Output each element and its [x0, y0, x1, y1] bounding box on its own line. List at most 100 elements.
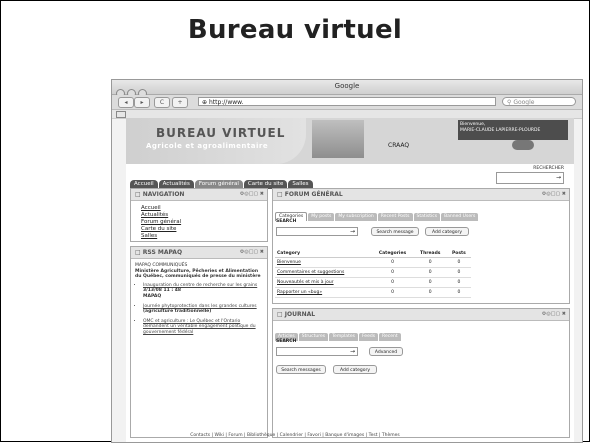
rss-item-extra: (agriculture traditionnelle) [143, 309, 212, 315]
rss-items: Inauguration du centre de recherche sur … [135, 283, 263, 336]
column-header: Posts [446, 249, 471, 258]
journal-tab-recent[interactable]: Recent [379, 333, 401, 341]
navigation-panel-icon: □ [135, 191, 143, 198]
google-search-placeholder: Google [513, 99, 535, 106]
reload-button[interactable]: C [154, 97, 170, 108]
table-row: Rapporter un «bug» 0 0 0 [275, 287, 471, 298]
table-cell: 0 [413, 257, 447, 268]
panel-controls-icon[interactable]: ⚙◎□▢ ✖ [542, 309, 566, 320]
category-link[interactable]: Rapporter un «bug» [275, 287, 372, 298]
journal-tab-structures[interactable]: Structures [298, 333, 329, 341]
forum-tab-banned-users[interactable]: Banned Users [441, 213, 479, 221]
rss-panel-header: □ RSS MAPAQ ⚙◎□▢ ✖ [131, 247, 267, 259]
forum-panel-title: FORUM GÉNÉRAL [284, 191, 343, 198]
column-header: Category [275, 249, 372, 258]
bookmarks-icon[interactable] [116, 111, 126, 118]
search-arrow-icon[interactable]: → [556, 174, 561, 181]
panel-controls-icon[interactable]: ⚙◎□▢ ✖ [542, 189, 566, 200]
web-page: BUREAU VIRTUEL Agricole et agroalimentai… [126, 118, 574, 442]
journal-tab-feeds[interactable]: Feeds [358, 333, 379, 341]
journal-search-input[interactable]: → [276, 347, 358, 356]
rss-item-link[interactable]: OMC et agriculture : Le Québec et l'Onta… [143, 319, 263, 336]
table-cell: 0 [446, 267, 471, 278]
org-name: CRAAQ [388, 142, 410, 149]
advanced-search-button[interactable]: Advanced [369, 347, 403, 356]
forum-tabs: Categories My posts My subscription Recent … [275, 202, 479, 221]
table-cell: 0 [446, 257, 471, 268]
slide-title: Bureau virtuel [187, 15, 403, 45]
forum-panel-icon: □ [277, 191, 285, 198]
banner-logo-area: BUREAU VIRTUEL Agricole et agroalimentai… [126, 118, 306, 164]
site-search-input[interactable]: → [496, 172, 564, 184]
forum-search-label: SEARCH [276, 219, 297, 224]
table-cell: 0 [446, 287, 471, 298]
table-row: Commentaires et suggestions 0 0 0 [275, 267, 471, 278]
category-link[interactable]: Bienvenue [275, 257, 372, 268]
table-row: Bienvenue 0 0 0 [275, 257, 471, 268]
nav-link-carte[interactable]: Carte du site [141, 226, 257, 233]
forum-panel-header: □ FORUM GÉNÉRAL ⚙◎□▢ ✖ [273, 189, 569, 201]
forward-button[interactable]: ▸ [134, 97, 150, 108]
table-cell: 0 [371, 267, 414, 278]
main-nav-tabs: Accueil Actualités Forum général Carte du s… [130, 170, 314, 189]
search-message-button[interactable]: Search message [371, 227, 419, 236]
forum-panel: □ FORUM GÉNÉRAL ⚙◎□▢ ✖ Categories My posts… [272, 188, 570, 304]
navigation-panel: □ NAVIGATION ⚙◎□▢ ✖ Accueil Actualités Fo… [130, 188, 268, 242]
rss-description: Ministère Agriculture, Pêcheries et Alim… [135, 268, 261, 280]
slide: Bureau virtuel Google ◂ ▸ C + ⊕ http://w… [0, 0, 590, 443]
nav-link-accueil[interactable]: Accueil [141, 205, 257, 212]
nav-link-salles[interactable]: Salles [141, 233, 257, 240]
journal-tab-templates[interactable]: Templates [329, 333, 358, 341]
table-header-row: Category Categories Threads Posts [275, 249, 471, 258]
nav-link-forum[interactable]: Forum général [141, 219, 257, 226]
table-cell: 0 [446, 277, 471, 288]
rss-panel-icon: □ [135, 249, 143, 256]
browser-toolbar: ◂ ▸ C + ⊕ http://www. ⚲ Google [112, 95, 582, 110]
search-label: RECHERCHER [533, 166, 564, 171]
journal-panel-icon: □ [277, 311, 285, 318]
rss-item: Journée phytoprotection dans les grandes… [143, 304, 263, 315]
navigation-panel-header: □ NAVIGATION ⚙◎□▢ ✖ [131, 189, 267, 201]
forum-tab-my-posts[interactable]: My posts [308, 213, 335, 221]
site-name: BUREAU VIRTUEL [156, 126, 286, 140]
google-search-field[interactable]: ⚲ Google [502, 97, 576, 106]
table-cell: 0 [413, 277, 447, 288]
site-tagline: Agricole et agroalimentaire [146, 142, 269, 150]
rss-item: OMC et agriculture : Le Québec et l'Onta… [143, 319, 263, 336]
table-row: Nouveautés et mis à jour 0 0 0 [275, 277, 471, 288]
forum-tab-recent-posts[interactable]: Recent Posts [377, 213, 413, 221]
globe-icon: ⊕ [202, 99, 209, 106]
category-link[interactable]: Nouveautés et mis à jour [275, 277, 372, 288]
rss-panel: □ RSS MAPAQ ⚙◎□▢ ✖ MAPAQ COMMUNIQUÉS Mini… [130, 246, 268, 438]
title-bar: Google [112, 80, 582, 98]
address-text: http://www. [208, 99, 244, 106]
forum-tab-my-subscription[interactable]: My subscription [335, 213, 377, 221]
forum-search-input[interactable]: → [276, 227, 358, 236]
search-messages-button[interactable]: Search messages [276, 365, 326, 374]
add-bookmark-button[interactable]: + [172, 97, 188, 108]
category-link[interactable]: Commentaires et suggestions [275, 267, 372, 278]
rss-item-org: MAPAQ [143, 293, 162, 299]
nav-link-actualites[interactable]: Actualités [141, 212, 257, 219]
window-title: Google [334, 82, 360, 90]
rss-panel-title: RSS MAPAQ [142, 249, 183, 256]
search-arrow-icon[interactable]: → [350, 348, 355, 355]
forum-tab-statistics[interactable]: Statistics [413, 213, 441, 221]
panel-controls-icon[interactable]: ⚙◎□▢ ✖ [240, 189, 264, 200]
add-category-button[interactable]: Add category [425, 227, 469, 236]
navigation-links: Accueil Actualités Forum général Carte d… [131, 201, 267, 244]
photo-figure [512, 140, 534, 150]
site-banner: BUREAU VIRTUEL Agricole et agroalimentai… [126, 118, 574, 164]
address-bar[interactable]: ⊕ http://www. [198, 97, 496, 106]
journal-panel-header: □ JOURNAL ⚙◎□▢ ✖ [273, 309, 569, 321]
journal-add-category-button[interactable]: Add category [333, 365, 377, 374]
panel-controls-icon[interactable]: ⚙◎□▢ ✖ [240, 247, 264, 258]
back-button[interactable]: ◂ [118, 97, 134, 108]
table-cell: 0 [371, 287, 414, 298]
page-footer-links[interactable]: Contacts | Wiki | Forum | Bibliothèque |… [1, 433, 589, 438]
search-arrow-icon[interactable]: → [350, 228, 355, 235]
welcome-box[interactable]: Bienvenue, MARIE-CLAUDE LAPIERRE-PLOURDE [458, 120, 568, 140]
user-name: MARIE-CLAUDE LAPIERRE-PLOURDE [460, 128, 541, 133]
table-cell: 0 [371, 277, 414, 288]
navigation-panel-title: NAVIGATION [142, 191, 185, 198]
